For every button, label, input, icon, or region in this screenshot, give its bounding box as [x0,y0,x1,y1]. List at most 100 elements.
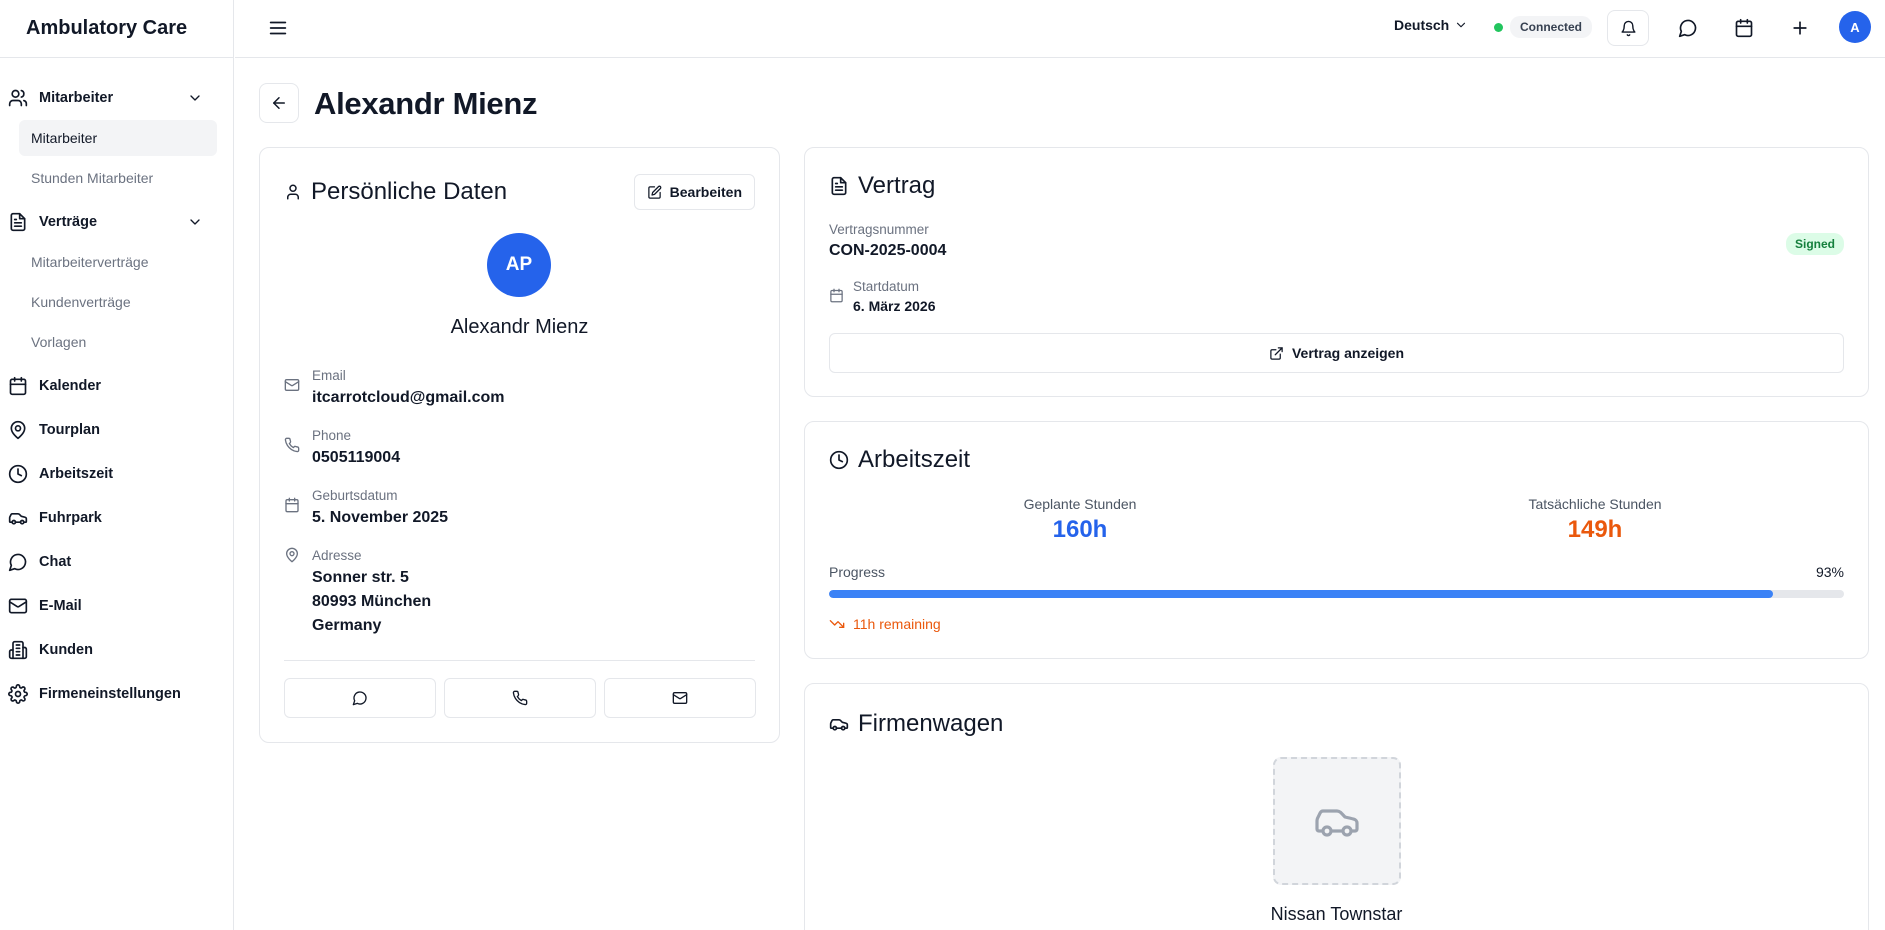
user-avatar[interactable]: A [1839,11,1871,43]
progress-bar [829,590,1844,598]
notifications-button[interactable] [1607,10,1649,46]
sidebar-item-fuhrpark[interactable]: Fuhrpark [0,496,233,540]
sidebar-group-vertraege[interactable]: Verträge [0,200,233,244]
sidebar-group-mitarbeiter[interactable]: Mitarbeiter [0,76,233,120]
card-title: Persönliche Daten [284,178,507,206]
start-date-value: 6. März 2026 [853,298,936,314]
edit-icon [647,185,662,199]
back-button[interactable] [259,83,299,123]
sidebar-item-email[interactable]: E-Mail [0,584,233,628]
sidebar-item-label: Chat [39,554,72,570]
add-button[interactable] [1779,10,1821,46]
menu-toggle-button[interactable] [267,17,289,39]
sidebar-item-vorlagen[interactable]: Vorlagen [19,324,217,360]
user-icon [287,184,299,200]
sidebar-item-label: Arbeitszeit [39,466,114,482]
address-line: 80993 München [312,593,432,610]
sidebar-item-stunden-mitarbeiter[interactable]: Stunden Mitarbeiter [19,160,217,196]
contract-number-value: CON-2025-0004 [829,242,947,259]
page-title: Alexandr Mienz [314,86,538,121]
sidebar-item-kalender[interactable]: Kalender [0,364,233,408]
card-title: Arbeitszeit [829,446,970,474]
email-row: Email itcarrotcloud@gmail.com [284,368,505,408]
progress-fill [829,590,1773,598]
progress-percent: 93% [1815,564,1844,580]
card-title-text: Persönliche Daten [311,178,508,205]
sidebar-group-label: Mitarbeiter [39,90,114,106]
phone-value: 0505119004 [312,449,401,466]
card-title: Firmenwagen [829,710,1003,738]
chat-icon [1678,19,1697,38]
sidebar-item-firmeneinstellungen[interactable]: Firmeneinstellungen [0,672,233,716]
address-line: Sonner str. 5 [312,569,409,586]
card-title-text: Arbeitszeit [858,446,971,473]
map-pin-icon [10,420,26,440]
chevron-down-icon [1457,22,1466,28]
sidebar-item-label: Tourplan [39,422,100,438]
contract-card: Vertrag Vertragsnummer CON-2025-0004 Sig… [804,147,1869,397]
remaining-text: 11h remaining [853,616,941,632]
app-title: Ambulatory Care [0,0,233,58]
sidebar-item-label: Firmeneinstellungen [39,686,181,702]
sidebar-item-kundenvertraege[interactable]: Kundenverträge [19,284,217,320]
trending-down-icon [829,620,845,628]
language-select[interactable]: Deutsch [1394,17,1468,33]
sidebar-item-label: Kalender [39,378,102,394]
calendar-icon [1735,18,1753,38]
connection-status: Connected [1494,16,1593,38]
personal-data-card: Persönliche Daten Bearbeiten AP Alexandr… [259,147,780,743]
users-icon [8,89,28,107]
avatar: AP [487,233,551,297]
planned-hours-label: Geplante Stunden [1023,496,1137,512]
phone-icon [284,437,300,453]
call-button[interactable] [444,678,596,718]
send-email-button[interactable] [604,678,756,718]
card-title: Vertrag [829,172,935,200]
external-link-icon [1270,346,1283,360]
document-icon [831,176,847,196]
sidebar-item-mitarbeiter[interactable]: Mitarbeiter [19,120,217,156]
birthdate-label: Geburtsdatum [312,488,398,503]
person-name: Alexandr Mienz [450,316,589,338]
card-title-text: Firmenwagen [858,710,1004,737]
chat-button[interactable] [1667,10,1709,46]
sidebar-item-kunden[interactable]: Kunden [0,628,233,672]
planned-hours-value: 160h [1052,516,1108,543]
arrow-left-icon [273,97,285,109]
status-badge: Signed [1785,233,1844,255]
phone-icon [512,690,528,706]
card-title-text: Vertrag [858,172,936,199]
car-image-placeholder [1273,757,1401,885]
view-contract-button[interactable]: Vertrag anzeigen [829,333,1844,373]
divider [284,660,755,661]
sidebar-item-mitarbeitervertraege[interactable]: Mitarbeiterverträge [19,244,217,280]
bell-icon [1620,20,1636,36]
company-car-card: Firmenwagen Nissan Townstar [804,683,1869,930]
message-button[interactable] [284,678,436,718]
edit-button[interactable]: Bearbeiten [633,174,755,210]
language-label: Deutsch [1394,17,1450,33]
sidebar-item-chat[interactable]: Chat [0,540,233,584]
mail-icon [8,598,28,614]
edit-label: Bearbeiten [669,184,742,200]
address-line: Germany [312,617,382,634]
calendar-icon [285,497,299,513]
sidebar-group-label: Verträge [39,214,98,230]
sidebar-item-tourplan[interactable]: Tourplan [0,408,233,452]
phone-label: Phone [312,428,352,443]
document-icon [10,212,26,232]
sidebar-item-arbeitszeit[interactable]: Arbeitszeit [0,452,233,496]
sidebar-item-label: Kunden [39,642,93,658]
car-icon [829,719,849,731]
chevron-down-icon [190,95,200,101]
calendar-icon [9,376,27,396]
actual-hours-label: Tatsächliche Stunden [1528,496,1662,512]
calendar-button[interactable] [1723,10,1765,46]
mail-icon [284,379,300,391]
view-contract-label: Vertrag anzeigen [1291,345,1405,361]
clock-icon [829,450,849,470]
birthdate-row: Geburtsdatum 5. November 2025 [284,488,448,528]
address-label: Adresse [312,548,362,563]
map-pin-icon [286,547,298,563]
car-icon [1315,809,1359,837]
